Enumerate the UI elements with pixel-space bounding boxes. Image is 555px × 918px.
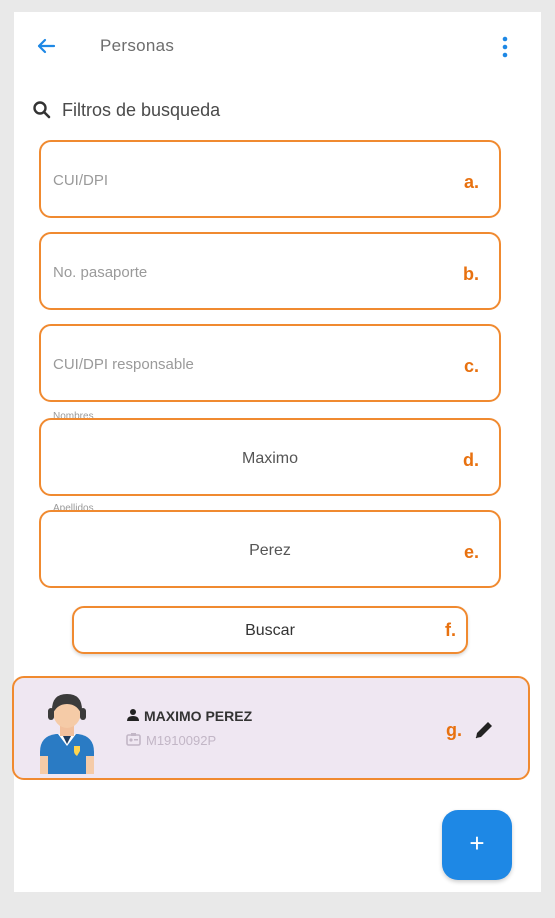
surnames-field[interactable]: Perez e. bbox=[39, 510, 501, 588]
cui-dpi-field[interactable]: CUI/DPI a. bbox=[39, 140, 501, 218]
annotation-tag-g: g. bbox=[446, 720, 462, 740]
annotation-tag-b: b. bbox=[463, 264, 479, 284]
add-person-fab[interactable]: + bbox=[442, 810, 512, 880]
search-button-label: Buscar bbox=[245, 622, 295, 639]
app-bar: Personas bbox=[14, 12, 541, 80]
person-id: M1910092P bbox=[146, 733, 217, 748]
edit-pencil-icon[interactable] bbox=[472, 718, 496, 747]
avatar bbox=[34, 686, 100, 779]
passport-field[interactable]: No. pasaporte b. bbox=[39, 232, 501, 310]
search-button[interactable]: Buscar f. bbox=[72, 606, 468, 654]
annotation-tag-f: f. bbox=[445, 620, 456, 640]
page-title: Personas bbox=[100, 36, 175, 55]
names-field[interactable]: Maximo d. bbox=[39, 418, 501, 496]
annotation-tag-e: e. bbox=[463, 542, 479, 562]
back-arrow-icon[interactable] bbox=[32, 32, 60, 60]
annotation-tag-d: d. bbox=[463, 450, 479, 470]
passport-placeholder: No. pasaporte bbox=[53, 264, 148, 281]
more-vert-icon[interactable] bbox=[498, 32, 512, 62]
screen: Personas Filtros de busqueda CUI/DPI a. … bbox=[12, 12, 541, 892]
person-result-card[interactable]: MAXIMO PEREZ M1910092P g. bbox=[12, 676, 530, 780]
annotation-tag-c: c. bbox=[463, 356, 479, 376]
annotation-tag-a: a. bbox=[463, 172, 479, 192]
responsible-cui-field[interactable]: CUI/DPI responsable c. bbox=[39, 324, 501, 402]
person-name: MAXIMO PEREZ bbox=[144, 708, 253, 724]
person-icon bbox=[127, 709, 139, 721]
surnames-value: Perez bbox=[249, 542, 291, 559]
cui-dpi-placeholder: CUI/DPI bbox=[53, 172, 109, 189]
search-icon bbox=[33, 101, 51, 119]
filters-label: Filtros de busqueda bbox=[62, 100, 221, 120]
id-card-icon bbox=[126, 733, 141, 746]
responsible-cui-placeholder: CUI/DPI responsable bbox=[53, 356, 194, 373]
plus-icon: + bbox=[469, 828, 485, 858]
names-value: Maximo bbox=[241, 450, 298, 467]
